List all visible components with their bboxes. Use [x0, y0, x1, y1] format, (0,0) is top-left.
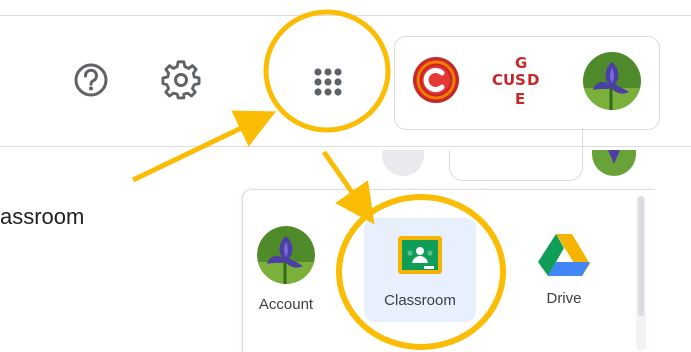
classroom-highlight-circle — [336, 194, 506, 350]
arrow-to-classroom — [321, 150, 375, 225]
apps-highlight-circle — [263, 9, 391, 133]
arrow-to-apps — [131, 110, 277, 183]
annotation-overlay — [131, 9, 506, 350]
